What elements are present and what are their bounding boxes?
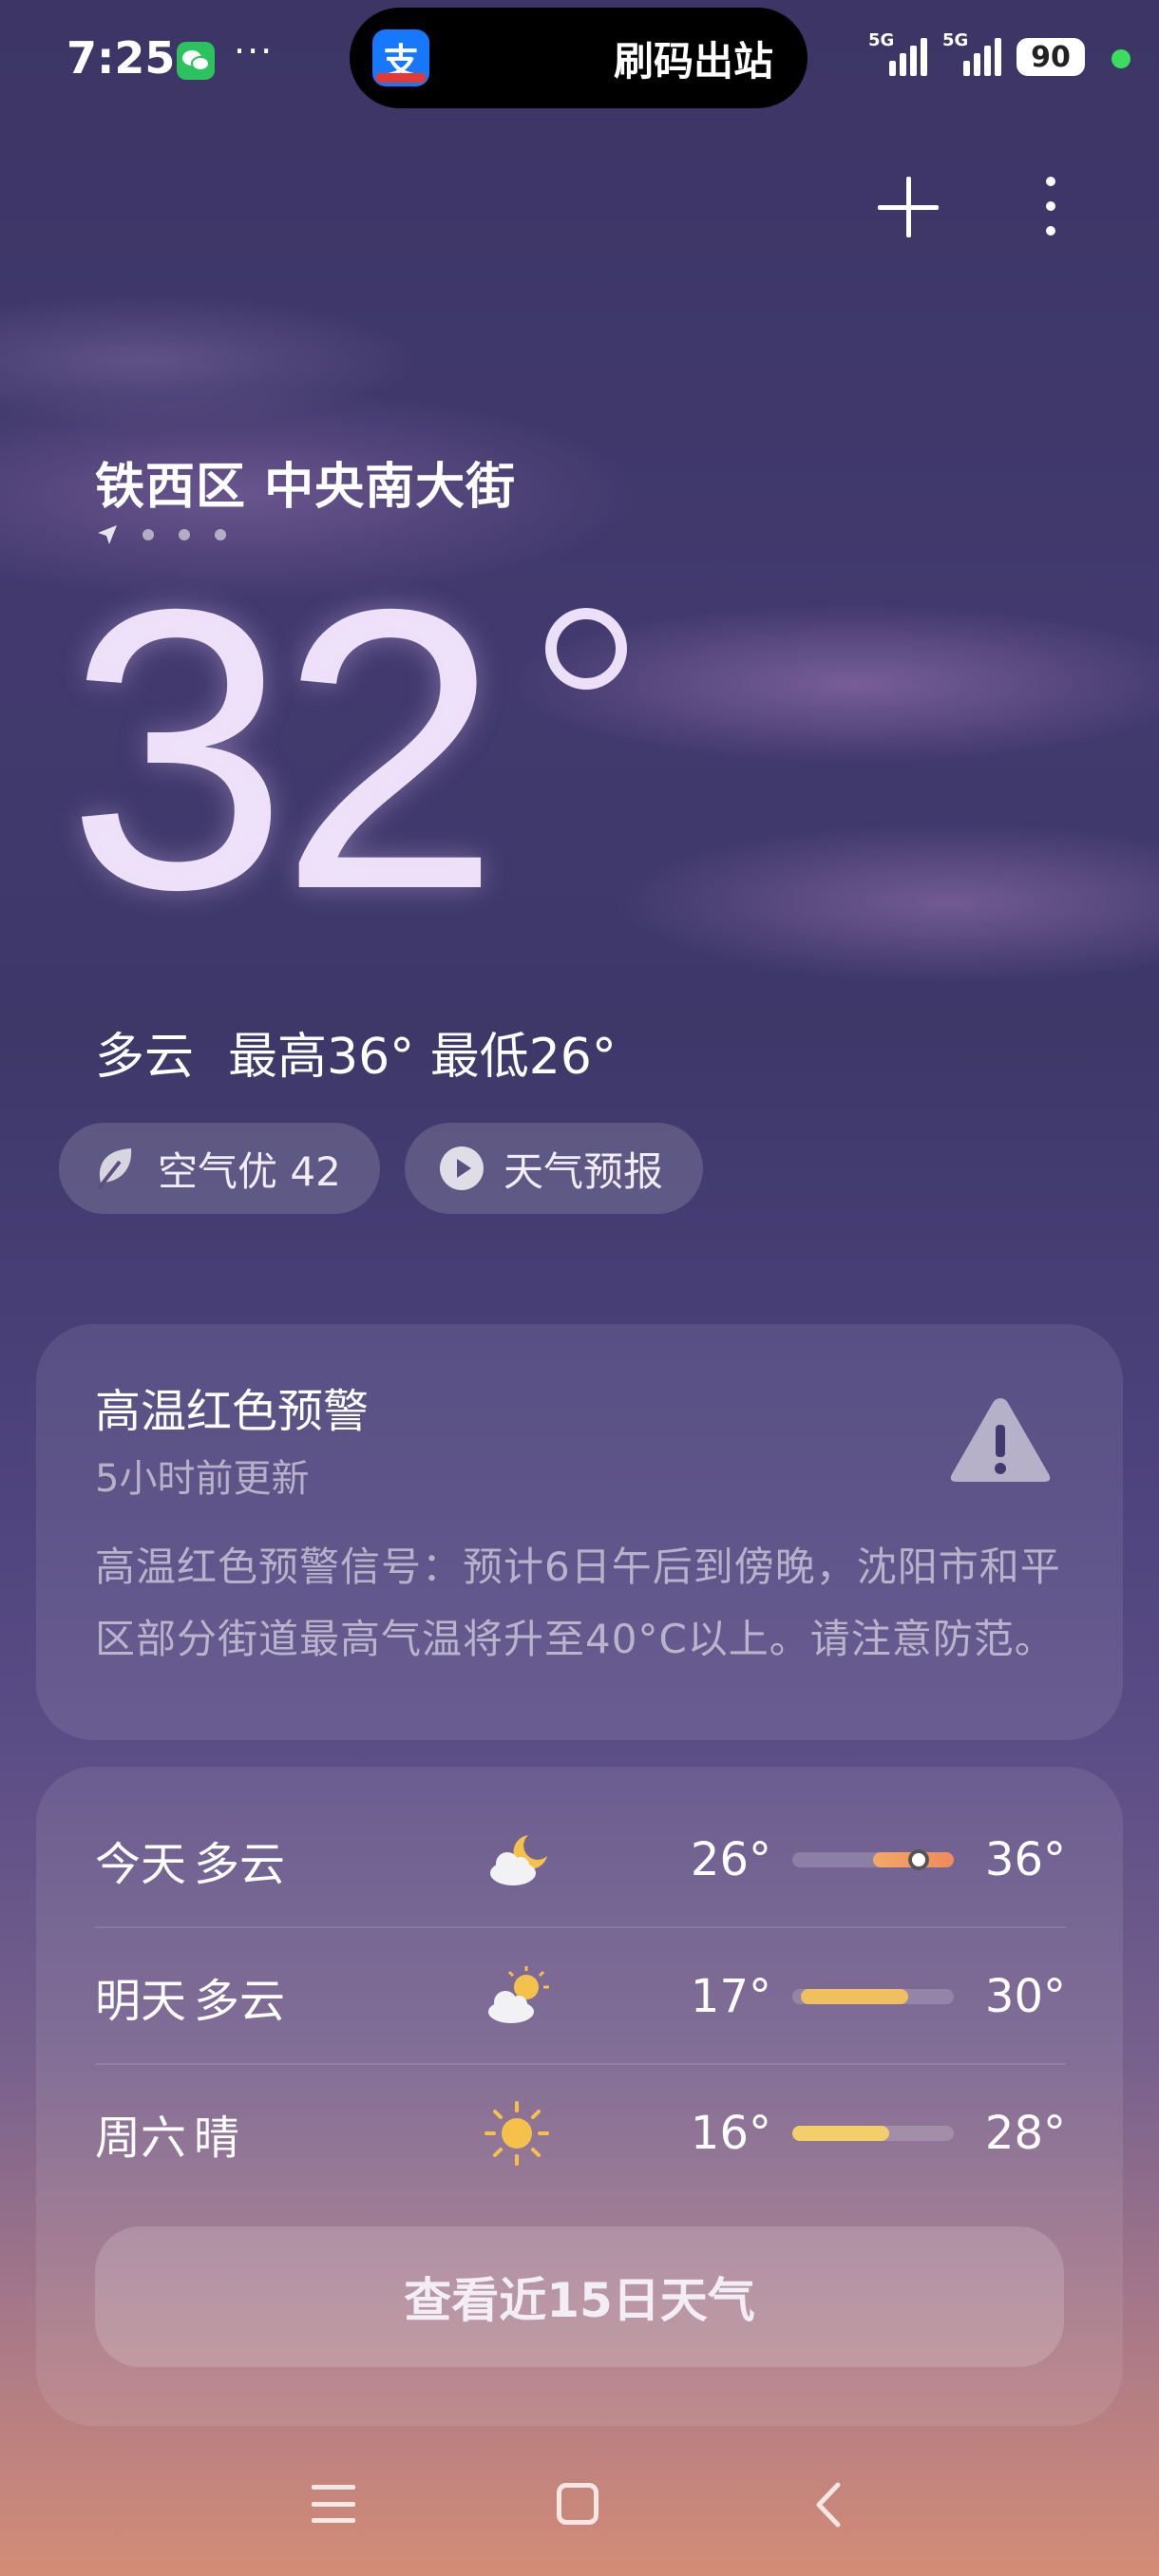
forecast-condition: 晴: [194, 2112, 240, 2165]
status-time: 7:25: [66, 32, 176, 84]
location-name: 铁西区 中央南大街: [95, 459, 517, 516]
forecast-video-label: 天气预报: [504, 1147, 664, 1195]
condition-summary: 多云 最高36° 最低26°: [95, 1016, 617, 1088]
recent-apps-button[interactable]: [312, 2485, 355, 2523]
temperature-range-bar: [792, 1849, 954, 1870]
forecast-day: 明天: [95, 1975, 187, 2028]
air-quality-pill[interactable]: 空气优 42: [59, 1123, 380, 1214]
play-icon: [440, 1146, 484, 1190]
privacy-indicator: [1112, 49, 1130, 68]
forecast-row-tomorrow[interactable]: 明天 多云 17° 30°: [95, 1928, 1066, 2065]
wechat-icon: [177, 42, 215, 80]
forecast-low: 26°: [690, 1833, 771, 1886]
temperature-range-bar: [792, 1989, 954, 2004]
forecast-condition: 多云: [194, 1975, 286, 2028]
island-text: 刷码出站: [613, 37, 773, 85]
air-quality-label: 空气优 42: [158, 1147, 341, 1195]
high-low: 最高36° 最低26°: [228, 1029, 617, 1086]
leaf-icon: [97, 1148, 132, 1190]
degree-symbol: [545, 608, 627, 690]
forecast-high: 28°: [984, 2107, 1066, 2160]
status-indicators: 5G 5G 90: [868, 30, 1085, 76]
forecast-video-pill[interactable]: 天气预报: [405, 1123, 703, 1214]
forecast-high: 30°: [984, 1970, 1066, 2023]
forecast-row-today[interactable]: 今天 多云 26° 36°: [95, 1791, 1066, 1928]
back-button[interactable]: [809, 2481, 847, 2529]
dynamic-island[interactable]: 支 刷码出站: [350, 8, 808, 108]
cloudy-night-icon: [490, 1835, 547, 1885]
home-button[interactable]: [557, 2483, 598, 2525]
battery-icon: 90: [1016, 38, 1085, 76]
signal-5g-icon: 5G: [868, 30, 927, 76]
forecast-row-saturday[interactable]: 周六 晴 16° 28°: [95, 2065, 1066, 2202]
more-options-button[interactable]: [1045, 177, 1056, 236]
more-notifications: ···: [234, 30, 275, 72]
warning-icon: [950, 1398, 1051, 1482]
forecast-condition: 多云: [194, 1838, 286, 1891]
forecast-day: 今天: [95, 1838, 187, 1891]
alipay-icon: 支: [372, 29, 429, 86]
sun-icon: [484, 2101, 549, 2166]
forecast-day: 周六: [95, 2112, 187, 2165]
current-temperature: 32: [66, 527, 501, 973]
warning-updated: 5小时前更新: [95, 1457, 310, 1501]
signal-5g-icon-2: 5G: [942, 30, 1001, 76]
warning-title: 高温红色预警: [95, 1385, 370, 1438]
warning-body: 高温红色预警信号：预计6日午后到傍晚，沈阳市和平区部分街道最高气温将升至40°C…: [95, 1544, 1061, 1662]
current-temp-marker: [907, 1849, 929, 1870]
fifteen-day-forecast-button[interactable]: 查看近15日天气: [95, 2226, 1064, 2367]
forecast-high: 36°: [984, 1833, 1066, 1886]
partly-cloudy-icon: [488, 1966, 549, 2023]
forecast-low: 16°: [690, 2107, 771, 2160]
current-condition: 多云: [95, 1029, 195, 1086]
temperature-range-bar: [792, 2126, 954, 2141]
add-city-button[interactable]: [878, 177, 939, 237]
forecast-low: 17°: [690, 1970, 771, 2023]
